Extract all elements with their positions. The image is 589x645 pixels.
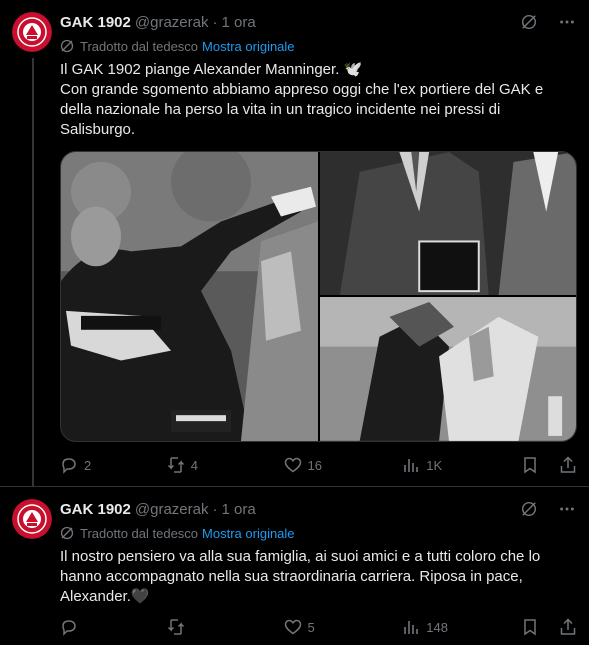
goalkeeper-photo[interactable]: [61, 152, 318, 441]
like-count: 5: [307, 619, 315, 635]
reply-button[interactable]: [60, 618, 177, 636]
share-button[interactable]: [559, 618, 577, 636]
avatar[interactable]: [12, 499, 52, 539]
more-options-icon[interactable]: [557, 499, 577, 519]
repost-icon: [167, 619, 184, 635]
grok-icon[interactable]: [519, 499, 539, 519]
tweet-actions: 2 4 16 1K: [60, 455, 577, 475]
share-icon: [560, 618, 576, 635]
display-name[interactable]: GAK 1902: [60, 501, 131, 518]
reply-count: 2: [84, 457, 92, 473]
bookmark-icon: [524, 619, 536, 636]
views-button[interactable]: 148: [402, 618, 521, 636]
show-original-link[interactable]: Mostra originale: [202, 526, 295, 541]
match-action-photo[interactable]: [320, 297, 576, 441]
like-button[interactable]: 16: [284, 456, 403, 474]
media-grid[interactable]: [60, 151, 577, 442]
like-button[interactable]: 5: [284, 618, 403, 636]
bookmark-button[interactable]: [521, 618, 539, 636]
separator-dot: ·: [212, 13, 218, 31]
views-count: 1K: [426, 457, 443, 473]
user-handle[interactable]: @grazerak: [135, 501, 209, 518]
gak-logo-icon: [12, 12, 52, 52]
timestamp[interactable]: 1 ora: [221, 501, 255, 518]
views-count: 148: [426, 619, 448, 635]
more-options-icon[interactable]: [557, 12, 577, 32]
like-count: 16: [307, 457, 322, 473]
show-original-link[interactable]: Mostra originale: [202, 39, 295, 54]
tweet-text: Il GAK 1902 piange Alexander Manninger. …: [60, 61, 544, 138]
reply-icon: [62, 458, 76, 474]
repost-button[interactable]: [167, 618, 284, 636]
tweet-text: Il nostro pensiero va alla sua famiglia,…: [60, 548, 541, 605]
translate-icon: [60, 39, 74, 53]
timestamp[interactable]: 1 ora: [221, 14, 255, 31]
heart-icon: [284, 457, 301, 473]
share-button[interactable]: [559, 456, 577, 474]
share-icon: [560, 456, 576, 473]
men-suits-photo[interactable]: [320, 152, 576, 296]
grok-icon[interactable]: [519, 12, 539, 32]
reply-button[interactable]: 2: [60, 456, 177, 474]
repost-count: 4: [190, 457, 198, 473]
separator-dot: ·: [212, 500, 218, 518]
tweet-actions: 5 148: [60, 617, 577, 637]
tweet[interactable]: GAK 1902 @grazerak · 1 ora Tradotto dal …: [0, 486, 589, 645]
avatar[interactable]: [12, 12, 52, 52]
bookmark-button[interactable]: [521, 456, 539, 474]
bookmark-icon: [524, 457, 536, 474]
gak-logo-icon: [12, 499, 52, 539]
user-handle[interactable]: @grazerak: [135, 14, 209, 31]
translate-icon: [60, 526, 74, 540]
views-button[interactable]: 1K: [402, 456, 521, 474]
translated-label: Tradotto dal tedesco: [80, 38, 199, 54]
views-icon: [404, 459, 419, 472]
heart-icon: [284, 619, 301, 635]
repost-icon: [167, 457, 184, 473]
views-icon: [404, 621, 419, 634]
reply-icon: [62, 620, 76, 636]
display-name[interactable]: GAK 1902: [60, 14, 131, 31]
tweet[interactable]: GAK 1902 @grazerak · 1 ora Tradotto dal …: [0, 0, 589, 486]
repost-button[interactable]: 4: [167, 456, 284, 474]
translated-label: Tradotto dal tedesco: [80, 525, 199, 541]
